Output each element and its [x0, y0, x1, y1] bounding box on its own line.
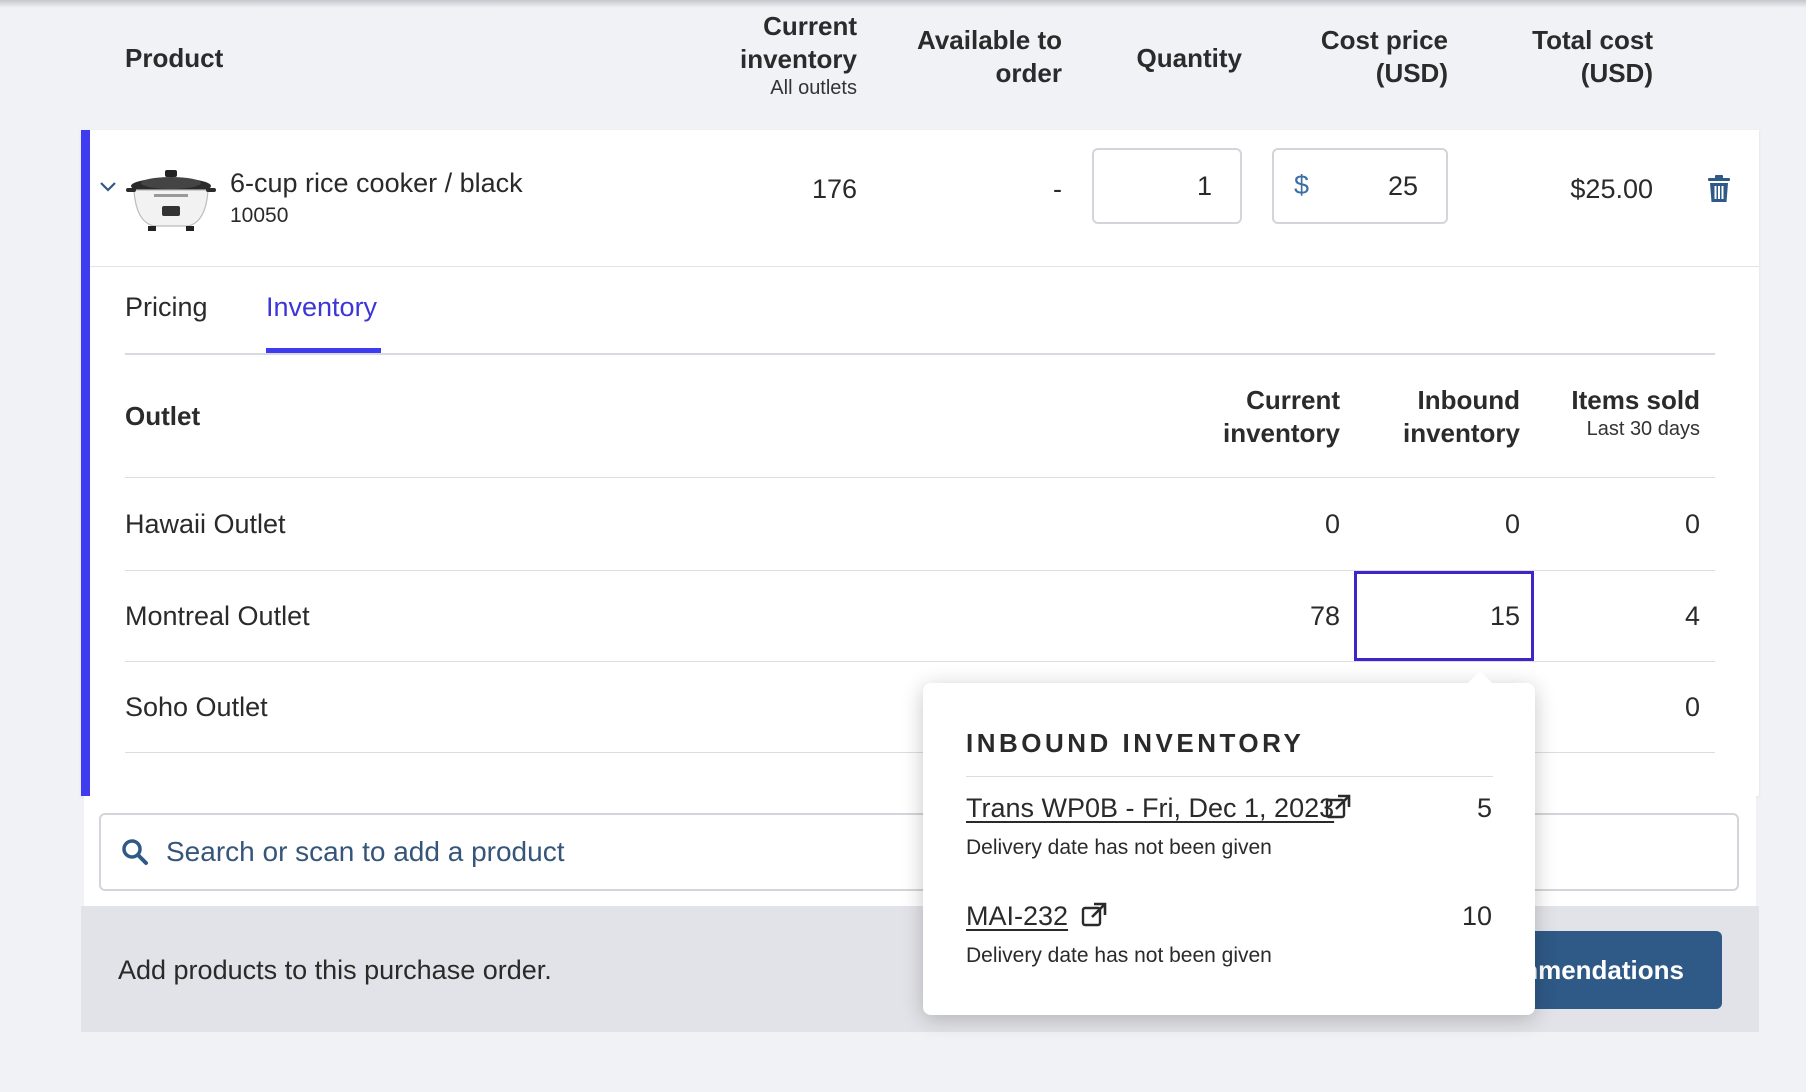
trash-icon[interactable]: [1706, 175, 1732, 203]
popover-divider: [966, 776, 1493, 777]
outlet-header-divider: [125, 477, 1715, 478]
inbound-item-quantity: 5: [1476, 793, 1492, 823]
external-link-icon[interactable]: [1325, 794, 1351, 820]
top-shadow: [0, 0, 1806, 8]
items-sold-sub: Last 30 days: [1586, 418, 1700, 440]
selected-row-accent: [81, 130, 90, 796]
tab-pricing[interactable]: Pricing: [125, 292, 208, 323]
inbound-item-note: Delivery date has not been given: [966, 944, 1272, 967]
currency-symbol: $: [1294, 170, 1310, 200]
outlet-items-sold-header: Items sold Last 30 days: [1560, 384, 1700, 441]
inbound-item-quantity: 10: [1461, 901, 1492, 931]
soho-items-sold: 0: [1684, 692, 1700, 722]
montreal-current-inventory: 78: [1309, 601, 1340, 631]
hawaii-items-sold: 0: [1684, 509, 1700, 539]
search-icon: [122, 839, 148, 865]
outlet-name-montreal: Montreal Outlet: [125, 601, 310, 631]
header-quantity: Quantity: [1136, 43, 1242, 73]
search-placeholder: Search or scan to add a product: [166, 836, 565, 867]
header-total-cost: Total cost (USD): [1532, 25, 1653, 88]
tabs-divider: [125, 353, 1715, 355]
rice-cooker-image: [126, 170, 216, 231]
header-current-inventory-label: Current inventory: [739, 11, 857, 74]
quantity-input[interactable]: [1092, 148, 1242, 224]
inbound-item-note: Delivery date has not been given: [966, 836, 1272, 859]
external-link-icon[interactable]: [1081, 902, 1107, 928]
chevron-down-icon[interactable]: [98, 176, 118, 196]
header-current-inventory: Current inventory All outlets: [640, 10, 857, 100]
header-current-inventory-sub: All outlets: [770, 77, 857, 99]
hawaii-inbound-inventory[interactable]: 0: [1400, 509, 1520, 540]
popover-caret: [1466, 671, 1494, 685]
tab-inventory[interactable]: Inventory: [266, 292, 377, 323]
product-available-to-order: -: [1053, 174, 1062, 204]
inbound-item-link[interactable]: Trans WP0B - Fri, Dec 1, 2023: [966, 793, 1334, 824]
popover-title: INBOUND INVENTORY: [966, 728, 1305, 758]
items-sold-label: Items sold: [1571, 385, 1700, 415]
montreal-inbound-inventory[interactable]: 15: [1400, 601, 1520, 632]
hawaii-current-inventory: 0: [1324, 509, 1340, 539]
product-name[interactable]: 6-cup rice cooker / black: [230, 168, 523, 199]
product-row-divider: [90, 266, 1759, 267]
inbound-item-link[interactable]: MAI-232: [966, 901, 1068, 932]
montreal-items-sold: 4: [1684, 601, 1700, 631]
product-sku: 10050: [230, 204, 289, 227]
outlet-name-soho: Soho Outlet: [125, 692, 268, 722]
footer-message: Add products to this purchase order.: [118, 955, 552, 985]
outlet-row-divider: [125, 661, 1715, 662]
header-product: Product: [125, 43, 224, 73]
outlet-inbound-inventory-header: Inbound inventory: [1402, 385, 1520, 448]
outlet-current-inventory-header: Current inventory: [1222, 385, 1340, 448]
cost-price-field[interactable]: $: [1272, 148, 1448, 224]
product-current-inventory: 176: [811, 174, 857, 204]
header-cost-price: Cost price (USD): [1320, 25, 1448, 88]
product-total-cost: $25.00: [1570, 174, 1653, 204]
outlet-name-hawaii: Hawaii Outlet: [125, 509, 286, 539]
outlet-header: Outlet: [125, 401, 201, 431]
header-available-to-order: Available to order: [917, 25, 1062, 88]
